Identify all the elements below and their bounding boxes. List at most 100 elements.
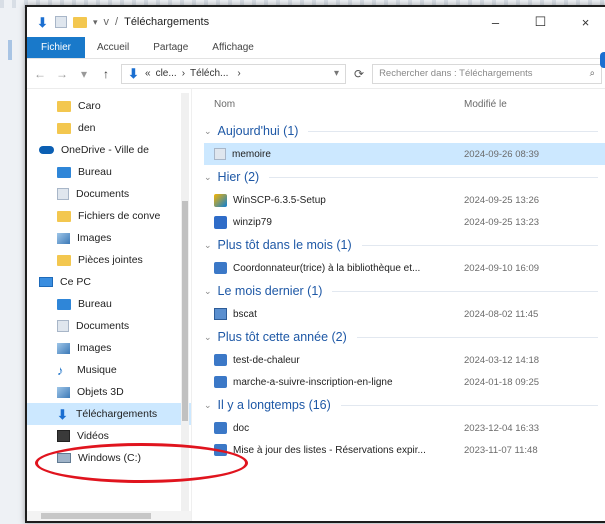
nav-item[interactable]: Documents [27, 315, 191, 337]
file-explorer-window: ⬇ ▾ v / Téléchargements – ☐ × Fichier Ac… [25, 5, 605, 523]
group-label: Plus tôt cette année (2) [217, 330, 347, 344]
chevron-down-icon[interactable]: ⌄ [204, 126, 212, 137]
tab-share[interactable]: Partage [141, 37, 200, 58]
file-name: marche-a-suivre-inscription-en-ligne [233, 376, 393, 388]
shortcut-icon [214, 376, 227, 388]
maximize-button[interactable]: ☐ [518, 7, 563, 37]
tab-view[interactable]: Affichage [200, 37, 266, 58]
file-row[interactable]: doc 2023-12-04 16:33 [204, 417, 605, 439]
nav-item[interactable]: ♪ Musique [27, 359, 191, 381]
properties-icon[interactable] [55, 16, 67, 28]
ribbon-tabs: Fichier Accueil Partage Affichage [27, 37, 605, 59]
chevron-down-icon[interactable]: ⌄ [204, 400, 212, 411]
nav-item[interactable]: ⬇ Téléchargements [27, 403, 191, 425]
onedrive-cloud-icon [39, 146, 54, 154]
search-icon: ⌕ [589, 68, 595, 79]
nav-item-label: Pièces jointes [78, 254, 143, 266]
group-header[interactable]: ⌄ Le mois dernier (1) [204, 279, 605, 303]
file-row[interactable]: WinSCP-6.3.5-Setup 2024-09-25 13:26 [204, 189, 605, 211]
scrollbar-thumb[interactable] [41, 513, 151, 519]
nav-item[interactable]: Bureau [27, 293, 191, 315]
chevron-down-icon[interactable]: ⌄ [204, 332, 212, 343]
quick-access-toolbar: ⬇ ▾ v / [37, 14, 119, 30]
breadcrumb-segment[interactable]: Téléch... [190, 68, 228, 79]
scrollbar-thumb[interactable] [182, 201, 188, 421]
file-row[interactable]: Coordonnateur(trice) à la bibliothèque e… [204, 257, 605, 279]
breadcrumb-root-arrow-icon[interactable]: « [145, 68, 151, 79]
file-row[interactable]: test-de-chaleur 2024-03-12 14:18 [204, 349, 605, 371]
nav-item[interactable]: Bureau [27, 161, 191, 183]
group-label: Le mois dernier (1) [217, 284, 323, 298]
back-arrow-icon[interactable]: ← [33, 67, 47, 81]
title-bar[interactable]: ⬇ ▾ v / Téléchargements – ☐ × [27, 7, 605, 37]
nav-pane-scrollbar[interactable] [181, 93, 189, 513]
downloads-icon: ⬇ [128, 66, 139, 81]
nav-item[interactable]: Images [27, 227, 191, 249]
nav-item-label: Téléchargements [76, 408, 158, 420]
images-icon [57, 342, 70, 354]
nav-item[interactable]: Pièces jointes [27, 249, 191, 271]
nav-item[interactable]: Caro [27, 95, 191, 117]
forward-arrow-icon[interactable]: → [55, 67, 69, 81]
search-input[interactable]: Rechercher dans : Téléchargements ⌕ [372, 63, 602, 84]
close-button[interactable]: × [563, 7, 605, 37]
file-modified-date: 2024-01-18 09:25 [464, 376, 540, 388]
folder-icon [57, 122, 71, 134]
nav-item[interactable]: den [27, 117, 191, 139]
nav-item[interactable]: Vidéos [27, 425, 191, 447]
file-row[interactable]: Mise à jour des listes - Réservations ex… [204, 439, 605, 461]
nav-item-label: Objets 3D [77, 386, 124, 398]
group-divider [269, 176, 598, 178]
group-header[interactable]: ⌄ Hier (2) [204, 165, 605, 189]
recent-dropdown-icon[interactable]: ▾ [77, 67, 91, 81]
up-arrow-icon[interactable]: ↑ [99, 67, 113, 81]
images-icon [57, 232, 70, 244]
group-divider [340, 404, 598, 406]
tab-home[interactable]: Accueil [85, 37, 141, 58]
refresh-icon[interactable]: ⟳ [354, 67, 364, 81]
group-divider [332, 290, 598, 292]
group-header[interactable]: ⌄ Plus tôt cette année (2) [204, 325, 605, 349]
nav-item[interactable]: OneDrive - Ville de [27, 139, 191, 161]
group-header[interactable]: ⌄ Aujourd'hui (1) [204, 119, 605, 143]
nav-item-label: OneDrive - Ville de [61, 144, 149, 156]
nav-item-label: Caro [78, 100, 101, 112]
file-modified-date: 2024-08-02 11:45 [464, 308, 539, 320]
file-name: test-de-chaleur [233, 354, 300, 366]
address-dropdown-icon[interactable]: ▾ [334, 68, 339, 79]
group-header[interactable]: ⌄ Plus tôt dans le mois (1) [204, 233, 605, 257]
nav-item[interactable]: Windows (C:) [27, 447, 191, 469]
tab-file[interactable]: Fichier [27, 37, 86, 58]
nav-item[interactable]: Documents [27, 183, 191, 205]
file-row[interactable]: memoire 2024-09-26 08:39 [204, 143, 605, 165]
chevron-down-icon[interactable]: ⌄ [204, 286, 212, 297]
desktop-folder-icon [57, 298, 71, 310]
nav-pane-horizontal-scrollbar[interactable] [27, 511, 191, 521]
breadcrumb-segment[interactable]: cle... [156, 68, 177, 79]
column-header-modified[interactable]: Modifié le [454, 99, 507, 110]
nav-item[interactable]: Images [27, 337, 191, 359]
file-row[interactable]: marche-a-suivre-inscription-en-ligne 2024… [204, 371, 605, 393]
column-headers: Nom Modifié le [204, 89, 605, 119]
nav-item[interactable]: Fichiers de conve [27, 205, 191, 227]
column-header-name[interactable]: Nom [204, 99, 454, 110]
nav-item[interactable]: Objets 3D [27, 381, 191, 403]
file-list-pane: Nom Modifié le ⌄ Aujourd'hui (1) memoire 20… [192, 89, 605, 521]
file-row[interactable]: bscat 2024-08-02 11:45 [204, 303, 605, 325]
address-box[interactable]: ⬇ « cle... › Téléch... › ▾ [121, 63, 346, 84]
nav-item-label: Bureau [78, 166, 112, 178]
this-pc-icon [39, 277, 53, 287]
dropdown-arrow-icon[interactable]: ▾ [93, 17, 98, 28]
file-modified-date: 2024-09-25 13:26 [464, 194, 540, 206]
chevron-down-icon[interactable]: ⌄ [204, 240, 212, 251]
chevron-down-icon[interactable]: ⌄ [204, 172, 212, 183]
nav-item[interactable]: Ce PC [27, 271, 191, 293]
file-name: Mise à jour des listes - Réservations ex… [233, 444, 426, 456]
group-header[interactable]: ⌄ Il y a longtemps (16) [204, 393, 605, 417]
file-name-cell: WinSCP-6.3.5-Setup [204, 193, 454, 207]
minimize-button[interactable]: – [473, 7, 518, 37]
new-folder-icon[interactable] [73, 16, 87, 28]
search-placeholder: Rechercher dans : Téléchargements [379, 68, 533, 79]
file-name-cell: Mise à jour des listes - Réservations ex… [204, 444, 454, 456]
file-row[interactable]: winzip79 2024-09-25 13:23 [204, 211, 605, 233]
